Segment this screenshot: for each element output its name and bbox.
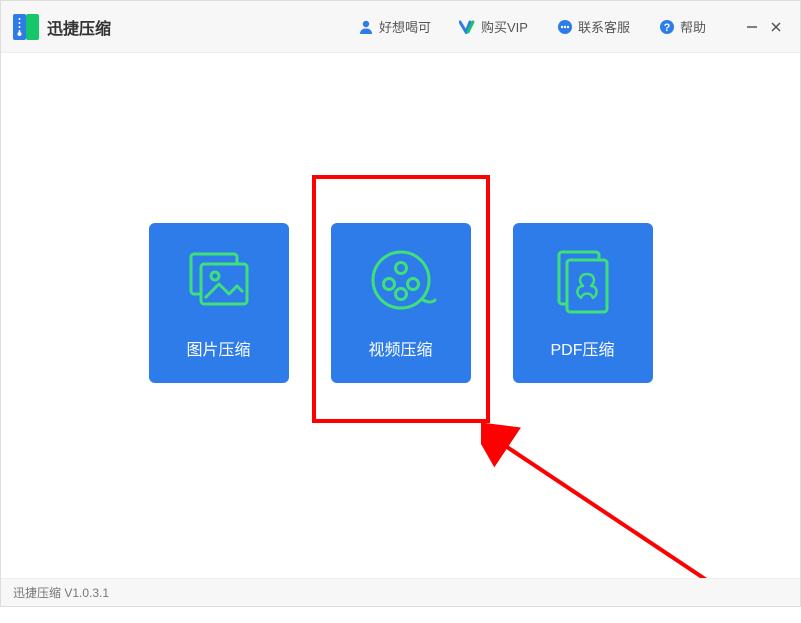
card-video-label: 视频压缩 — [368, 336, 432, 360]
feature-cards: 图片压缩 视频压缩 — [149, 223, 653, 383]
image-stack-icon — [183, 246, 255, 318]
card-pdf-label: PDF压缩 — [550, 336, 614, 360]
close-button[interactable] — [764, 15, 788, 39]
statusbar: 迅捷压缩 V1.0.3.1 — [1, 578, 800, 606]
window-controls — [740, 15, 788, 39]
card-image-label: 图片压缩 — [186, 336, 250, 360]
app-logo-icon — [13, 14, 39, 40]
app-title: 迅捷压缩 — [47, 15, 111, 39]
svg-text:?: ? — [664, 22, 671, 34]
nav-help-label: 帮助 — [680, 17, 706, 36]
nav-support[interactable]: 联系客服 — [556, 17, 630, 36]
card-pdf-compress[interactable]: PDF压缩 — [513, 223, 653, 383]
nav-help[interactable]: ? 帮助 — [658, 17, 706, 36]
film-reel-icon — [365, 246, 437, 318]
nav-user[interactable]: 好想喝可 — [357, 17, 431, 36]
nav-support-label: 联系客服 — [578, 17, 630, 36]
status-text: 迅捷压缩 V1.0.3.1 — [13, 584, 109, 601]
nav-vip[interactable]: 购买VIP — [459, 17, 528, 36]
chat-icon — [556, 18, 574, 36]
card-video-compress[interactable]: 视频压缩 — [331, 223, 471, 383]
pdf-document-icon — [547, 246, 619, 318]
user-icon — [357, 18, 375, 36]
vip-icon — [459, 18, 477, 36]
card-image-compress[interactable]: 图片压缩 — [149, 223, 289, 383]
main-area: 图片压缩 视频压缩 — [1, 53, 800, 578]
minimize-button[interactable] — [740, 15, 764, 39]
help-icon: ? — [658, 18, 676, 36]
nav-vip-label: 购买VIP — [481, 17, 528, 36]
nav-user-label: 好想喝可 — [379, 17, 431, 36]
titlebar: 迅捷压缩 好想喝可 购买VIP 联系客服 — [1, 1, 800, 53]
